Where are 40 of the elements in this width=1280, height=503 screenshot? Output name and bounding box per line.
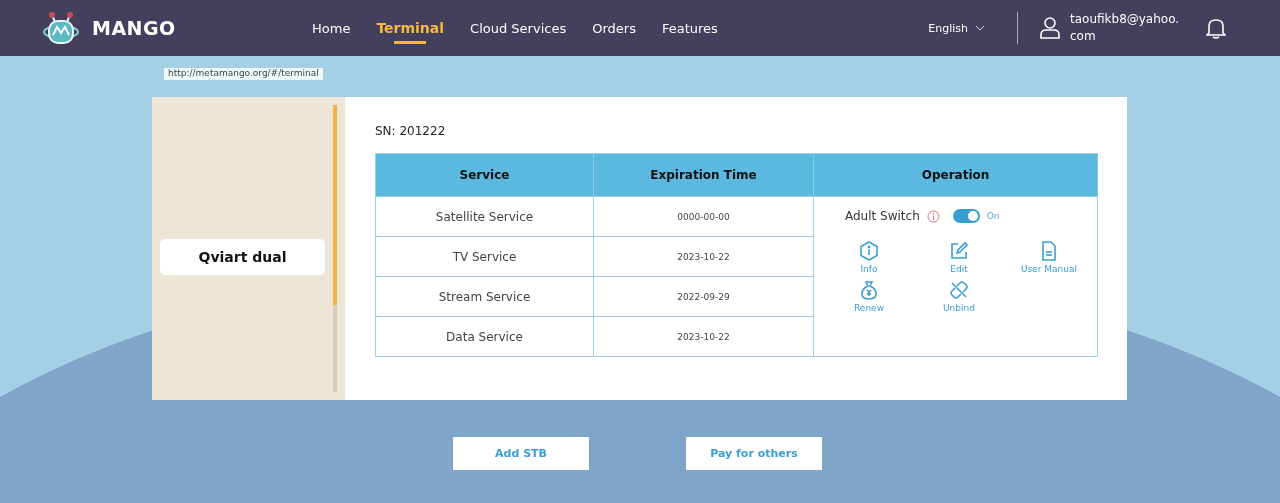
column-header: Operation [813, 153, 1098, 197]
table-cell: Data Service [375, 316, 594, 357]
edit-icon [949, 241, 969, 261]
serial-number: SN: 201222 [375, 124, 447, 138]
broken-link-icon [949, 280, 969, 300]
user-email[interactable]: taoufikb8@yahoo.com [1070, 11, 1182, 45]
document-icon [1039, 241, 1059, 261]
language-dropdown[interactable]: English [928, 21, 985, 35]
action-button[interactable]: Pay for others [686, 437, 822, 470]
table-cell: Stream Service [375, 276, 594, 317]
robot-logo-icon [42, 11, 80, 45]
nav-link[interactable]: Home [312, 0, 351, 56]
brand-name: MANGO [92, 17, 176, 39]
bell-icon[interactable] [1206, 17, 1226, 39]
info-icon [859, 241, 879, 261]
adult-toggle[interactable] [952, 209, 980, 223]
action-button[interactable]: Info [824, 241, 914, 274]
action-button[interactable]: User Manual [1004, 241, 1094, 274]
scrollbar-thumb[interactable] [333, 105, 337, 305]
info-circle-icon[interactable] [926, 209, 940, 223]
action-button[interactable]: Renew [824, 280, 914, 313]
action-button[interactable]: Edit [914, 241, 1004, 274]
column-header: Expiration Time [593, 153, 814, 197]
table-cell: TV Service [375, 236, 594, 277]
nav-link[interactable]: Cloud Services [470, 0, 567, 56]
nav-link[interactable]: Orders [592, 0, 636, 56]
switch-state: On [986, 211, 1000, 221]
user-icon[interactable] [1040, 17, 1060, 39]
nav-link[interactable]: Features [661, 0, 718, 56]
table-cell: Satellite Service [375, 196, 594, 237]
action-button[interactable]: Add STB [453, 437, 589, 470]
column-header: Service [375, 153, 594, 197]
table-cell: 0000-00-00 [593, 196, 814, 237]
chevron-down-icon [975, 25, 985, 31]
nav-link[interactable]: Terminal [376, 0, 445, 56]
action-button[interactable]: Unbind [914, 280, 1004, 313]
money-bag-icon [859, 280, 879, 300]
url-tooltip: http://metamango.org/#/terminal [164, 68, 323, 80]
device-item[interactable]: Qviart dual [160, 239, 325, 275]
adult-switch-label: Adult Switch [845, 209, 920, 223]
